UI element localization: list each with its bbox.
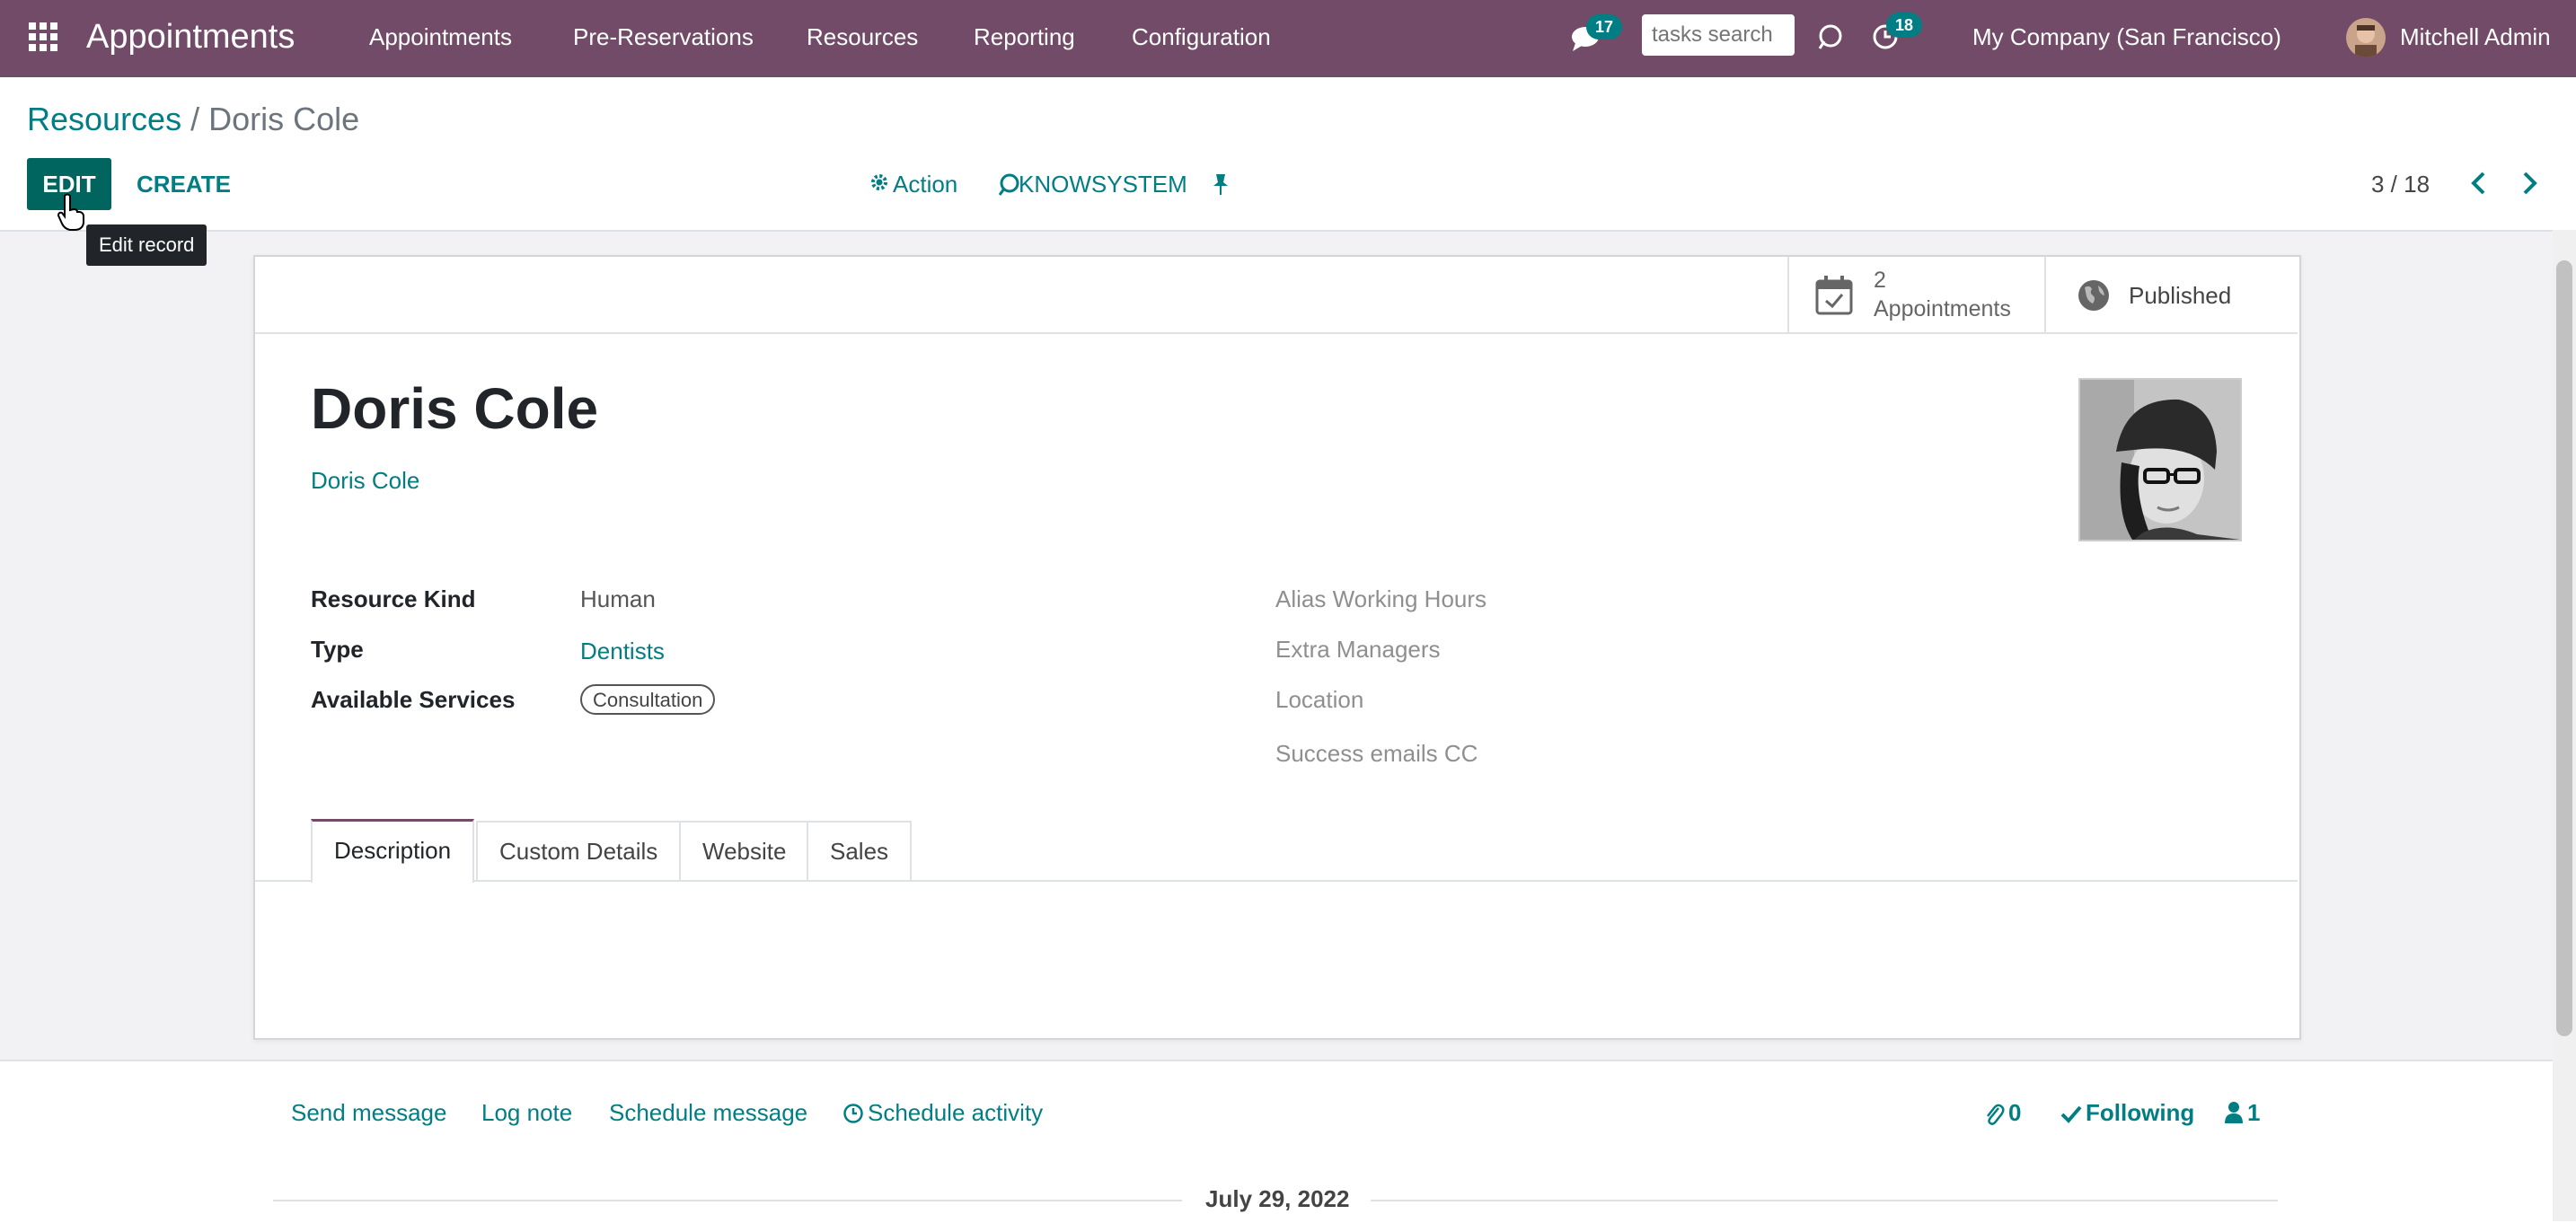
globe-icon	[2077, 278, 2111, 312]
appointments-label: Appointments	[1874, 296, 2011, 321]
breadcrumb: Resources / Doris Cole	[27, 101, 359, 138]
calendar-check-icon	[1814, 275, 1854, 316]
pin-icon[interactable]	[1211, 172, 1231, 196]
alias-working-hours-label: Alias Working Hours	[1275, 585, 1487, 612]
followers-count[interactable]: 1	[2247, 1099, 2260, 1127]
menu-configuration[interactable]: Configuration	[1132, 0, 1271, 77]
resource-kind-label: Resource Kind	[311, 585, 476, 612]
tasks-search-input[interactable]	[1642, 14, 1795, 56]
date-separator-line-left	[273, 1200, 1182, 1201]
schedule-message-button[interactable]: Schedule message	[609, 1099, 807, 1127]
gear-icon	[869, 172, 889, 192]
check-icon	[2060, 1103, 2082, 1124]
success-emails-cc-label: Success emails CC	[1275, 740, 1478, 767]
company-switcher[interactable]: My Company (San Francisco)	[1972, 0, 2281, 77]
type-label: Type	[311, 636, 364, 663]
service-tag: Consultation	[580, 684, 716, 715]
appointments-smart-button[interactable]: 2 Appointments	[1787, 257, 2046, 332]
chevron-right-icon[interactable]	[2519, 171, 2540, 196]
paperclip-icon	[1983, 1101, 2005, 1126]
appointments-count: 2	[1874, 268, 1886, 293]
record-title: Doris Cole	[311, 376, 599, 441]
tab-website[interactable]: Website	[679, 821, 810, 880]
schedule-activity-button[interactable]: Schedule activity	[868, 1099, 1043, 1127]
control-panel	[0, 77, 2576, 232]
edit-record-tooltip: Edit record	[86, 224, 207, 266]
user-menu[interactable]: Mitchell Admin	[2400, 0, 2551, 77]
activities-count-badge: 18	[1886, 13, 1923, 38]
tabs-divider	[255, 880, 2298, 882]
send-message-button[interactable]: Send message	[291, 1099, 446, 1127]
knowsystem-button[interactable]: KNOWSYSTEM	[1019, 171, 1187, 198]
chevron-left-icon[interactable]	[2468, 171, 2490, 196]
scrollbar-thumb[interactable]	[2556, 260, 2572, 1036]
create-button[interactable]: CREATE	[137, 171, 231, 198]
menu-appointments[interactable]: Appointments	[369, 0, 512, 77]
user-avatar[interactable]	[2346, 18, 2386, 57]
log-note-button[interactable]: Log note	[481, 1099, 572, 1127]
extra-managers-label: Extra Managers	[1275, 636, 1441, 663]
related-user-link[interactable]: Doris Cole	[311, 467, 419, 495]
resource-photo[interactable]	[2078, 378, 2242, 541]
available-services-label: Available Services	[311, 686, 516, 713]
menu-pre-reservations[interactable]: Pre-Reservations	[573, 0, 754, 77]
date-separator: July 29, 2022	[1205, 1185, 1350, 1212]
resource-kind-value: Human	[580, 585, 656, 612]
hand-cursor-icon	[56, 192, 86, 232]
top-navbar: Appointments Appointments Pre-Reservatio…	[0, 0, 2576, 77]
clock-icon	[842, 1103, 864, 1124]
following-button[interactable]: Following	[2086, 1099, 2194, 1127]
refresh-icon[interactable]	[1816, 22, 1845, 50]
date-separator-line-right	[1371, 1200, 2278, 1201]
knowsystem-icon	[997, 172, 1020, 196]
menu-reporting[interactable]: Reporting	[974, 0, 1075, 77]
app-title[interactable]: Appointments	[86, 0, 295, 77]
pager-value[interactable]: 3 / 18	[2371, 171, 2430, 198]
breadcrumb-separator: /	[190, 101, 200, 137]
user-icon	[2224, 1101, 2244, 1124]
menu-resources[interactable]: Resources	[807, 0, 918, 77]
tab-sales[interactable]: Sales	[807, 821, 913, 880]
location-label: Location	[1275, 686, 1364, 713]
button-box-divider	[255, 332, 2298, 334]
published-smart-button[interactable]: Published	[2044, 257, 2299, 332]
attachments-count[interactable]: 0	[2008, 1099, 2021, 1127]
breadcrumb-current: Doris Cole	[208, 101, 360, 137]
type-value-link[interactable]: Dentists	[580, 638, 665, 665]
published-label: Published	[2129, 282, 2232, 309]
messages-count-badge: 17	[1586, 14, 1623, 40]
apps-menu-icon[interactable]	[29, 22, 57, 51]
tab-custom-details[interactable]: Custom Details	[476, 821, 682, 880]
tab-description[interactable]: Description	[311, 819, 475, 883]
action-menu-button[interactable]: Action	[893, 171, 957, 198]
breadcrumb-resources-link[interactable]: Resources	[27, 101, 181, 137]
